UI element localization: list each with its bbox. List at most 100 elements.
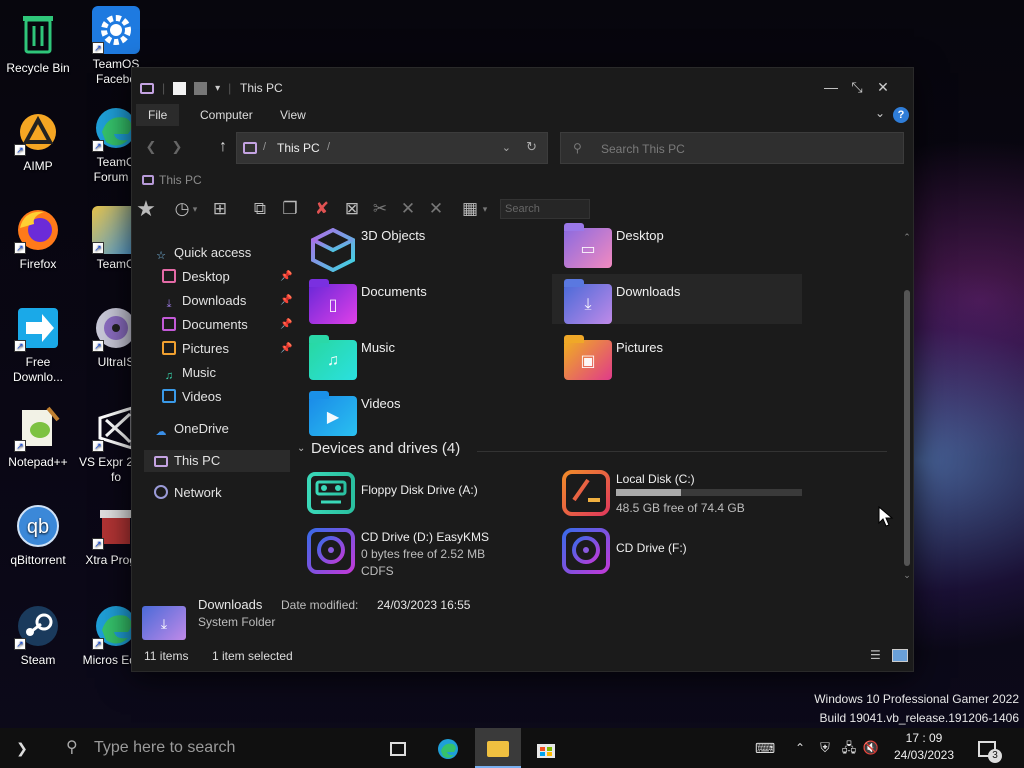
file-explorer-window: | ▾ | This PC — ⤡ ✕ File Computer View ⌄… <box>131 67 914 672</box>
music-icon: ♫ <box>164 370 174 382</box>
folder-music[interactable]: ♫ Music <box>297 335 547 386</box>
status-bar: 11 items 1 item selected ☰ <box>132 646 913 670</box>
pin-icon[interactable]: 📌 <box>280 314 292 336</box>
help-icon[interactable]: ? <box>893 107 909 123</box>
taskbar-edge-button[interactable] <box>428 728 468 768</box>
tab-view[interactable]: View <box>268 104 318 126</box>
action-center-button[interactable]: 3 <box>972 728 1002 768</box>
copy-path-icon[interactable]: ⧉ <box>248 197 272 221</box>
taskbar-file-explorer-button[interactable] <box>475 728 521 768</box>
desktop-icon-free-download-manager[interactable]: ↗ Free Downlo... <box>0 304 76 385</box>
search-input[interactable]: Search This PC <box>601 142 685 156</box>
desktop-icon-qbittorrent[interactable]: qb qBittorrent <box>0 502 76 568</box>
toolbar-search-input[interactable]: Search <box>500 199 590 219</box>
taskbar-search-input[interactable]: Type here to search <box>94 739 235 757</box>
chevron-down-icon[interactable]: ⌄ <box>875 106 885 120</box>
address-bar[interactable]: / This PC / ⌄ ↻ <box>236 132 548 164</box>
maximize-button[interactable]: ⤡ <box>844 76 870 98</box>
desktop-icon-aimp[interactable]: ↗ AIMP <box>0 108 76 174</box>
properties-icon[interactable] <box>173 81 187 95</box>
new-folder-icon[interactable] <box>194 81 208 95</box>
nav-documents[interactable]: Documents 📌 <box>162 314 292 336</box>
details-view-icon[interactable]: ☰ <box>870 649 886 662</box>
customize-quick-access-icon[interactable]: ▾ <box>215 83 220 94</box>
nav-videos[interactable]: Videos <box>162 386 222 408</box>
tray-security-button[interactable]: ⛨ <box>814 728 836 768</box>
nav-downloads[interactable]: ⤓ Downloads 📌 <box>162 290 293 312</box>
search-box[interactable]: ⚲ Search This PC <box>560 132 904 164</box>
folder-documents[interactable]: ▯ Documents <box>297 279 547 330</box>
hard-disk-icon <box>562 470 610 516</box>
taskbar: ❯ ⚲ Type here to search ⌨ ⌃ ⛨ 🖧 🔇 17 : 0… <box>0 728 1024 768</box>
drive-cd-d[interactable]: CD Drive (D:) EasyKMS 0 bytes free of 2.… <box>297 526 567 580</box>
desktop-icon <box>162 269 176 283</box>
pin-icon[interactable]: 📌 <box>280 338 292 360</box>
shortcut-arrow-icon: ↗ <box>92 242 104 254</box>
minimize-button[interactable]: — <box>818 76 844 98</box>
nav-onedrive[interactable]: ☁ OneDrive <box>154 418 229 440</box>
drive-cd-f[interactable]: CD Drive (F:) <box>552 526 822 580</box>
desktop-icon-notepadpp[interactable]: ↗ Notepad++ <box>0 404 76 470</box>
nav-music[interactable]: ♫ Music <box>162 362 216 384</box>
back-button[interactable]: ❮ <box>140 136 162 158</box>
task-view-button[interactable] <box>378 728 418 768</box>
mouse-cursor-icon <box>878 505 894 531</box>
nav-pictures[interactable]: Pictures 📌 <box>162 338 292 360</box>
vertical-scrollbar[interactable]: ⌃ ⌄ <box>902 232 912 582</box>
drive-local-c[interactable]: Local Disk (C:) 48.5 GB free of 74.4 GB <box>552 468 822 522</box>
folder-videos[interactable]: ▶ Videos <box>297 391 547 442</box>
view-layout-icon[interactable]: ▦ <box>458 197 482 221</box>
nav-label: Music <box>182 365 216 380</box>
nav-this-pc[interactable]: This PC <box>144 450 290 472</box>
windows-icon[interactable]: ⊞ <box>208 197 232 221</box>
tray-overflow-button[interactable]: ⌃ <box>790 728 810 768</box>
folder-desktop[interactable]: ▭ Desktop <box>552 223 802 274</box>
unmap-icon[interactable]: ✕ <box>424 197 448 221</box>
nav-network[interactable]: Network <box>154 482 222 504</box>
folder-downloads[interactable]: ⤓ Downloads <box>552 274 802 324</box>
nav-desktop[interactable]: Desktop 📌 <box>162 266 292 288</box>
folder-3d-objects[interactable]: 3D Objects <box>297 224 547 274</box>
taskbar-clock[interactable]: 17 : 09 24/03/2023 <box>882 730 966 764</box>
chevron-down-icon[interactable]: ⌄ <box>502 141 511 154</box>
tray-keyboard-button[interactable]: ⌨ <box>748 728 782 768</box>
refresh-icon[interactable]: ↻ <box>526 139 537 155</box>
disk-usage-bar <box>616 489 802 496</box>
nav-quick-access[interactable]: ☆ Quick access <box>154 242 251 264</box>
new-window-icon[interactable]: ❐ <box>278 197 302 221</box>
start-button[interactable]: ❯ <box>4 728 40 768</box>
selected-item-name: Downloads <box>198 597 263 612</box>
tray-volume-button[interactable]: 🔇 <box>860 728 882 768</box>
desktop-icon-firefox[interactable]: ↗ Firefox <box>0 206 76 272</box>
scroll-down-icon[interactable]: ⌄ <box>902 570 912 581</box>
scroll-up-icon[interactable]: ⌃ <box>902 232 912 243</box>
tray-network-button[interactable]: 🖧 <box>838 728 860 768</box>
desktop-icon-steam[interactable]: ↗ Steam <box>0 602 76 668</box>
up-button[interactable]: ↑ <box>212 136 234 158</box>
tab-file[interactable]: File <box>136 104 180 126</box>
forward-button[interactable]: ❯ <box>166 136 188 158</box>
chevron-down-icon[interactable]: ⌄ <box>297 443 305 454</box>
close-tab-icon[interactable]: ⊠ <box>340 197 364 221</box>
pin-icon[interactable]: 📌 <box>280 266 292 288</box>
favorite-star-icon[interactable]: ★ <box>134 197 158 221</box>
taskbar-store-button[interactable] <box>526 728 566 768</box>
desktop-icon-recycle-bin[interactable]: Recycle Bin <box>0 10 76 76</box>
drive-floppy-a[interactable]: Floppy Disk Drive (A:) <box>297 468 567 522</box>
taskbar-search-box[interactable]: ⚲ Type here to search <box>54 728 354 768</box>
disconnect-icon[interactable]: ✕ <box>396 197 420 221</box>
chevron-down-icon[interactable]: ▾ <box>480 197 490 221</box>
delete-icon[interactable]: ✘ <box>310 197 334 221</box>
scrollbar-thumb[interactable] <box>904 290 910 566</box>
title-bar[interactable]: | ▾ | This PC — ⤡ ✕ <box>132 68 913 104</box>
tab-computer[interactable]: Computer <box>188 104 265 126</box>
pin-icon[interactable]: 📌 <box>280 290 292 312</box>
chevron-down-icon[interactable]: ▾ <box>190 197 200 221</box>
breadcrumb-this-pc[interactable]: This PC <box>277 141 320 155</box>
folder-pictures[interactable]: ▣ Pictures <box>552 335 802 386</box>
close-button[interactable]: ✕ <box>870 76 896 98</box>
documents-folder-icon: ▯ <box>309 279 357 324</box>
devices-drives-group-header[interactable]: ⌄ Devices and drives (4) <box>297 438 887 462</box>
large-icons-view-icon[interactable] <box>892 649 908 662</box>
cut-icon[interactable]: ✂ <box>368 197 392 221</box>
